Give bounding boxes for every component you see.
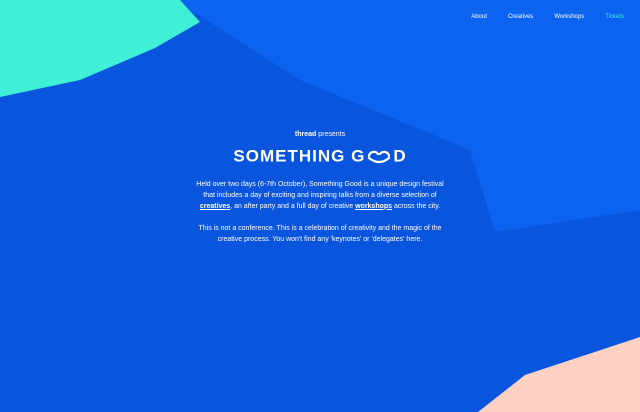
nav-about[interactable]: About bbox=[471, 13, 487, 21]
logo-text-end: D bbox=[393, 146, 407, 166]
nav-creatives[interactable]: Creatives bbox=[508, 13, 533, 21]
thread-brand: thread bbox=[294, 131, 317, 138]
presents-line: thread presents bbox=[0, 130, 640, 140]
smile-bottom-arc bbox=[368, 156, 391, 163]
top-navigation: About Creatives Workshops Tickets bbox=[450, 13, 624, 21]
presents-text: presents bbox=[316, 131, 346, 138]
nav-tickets[interactable]: Tickets bbox=[605, 13, 624, 21]
intro-text-1: Held over two days (6-7th October), Some… bbox=[196, 180, 444, 199]
workshops-link[interactable]: workshops bbox=[355, 203, 392, 210]
intro-text-2: , an after party and a full day of creat… bbox=[230, 202, 356, 210]
smile-top-arc bbox=[368, 150, 391, 157]
creatives-link[interactable]: creatives bbox=[200, 203, 230, 210]
logo-text-start: SOMETHING G bbox=[233, 146, 366, 166]
manifesto-paragraph: This is not a conference. This is a cele… bbox=[198, 224, 442, 243]
intro-text-3: across the city. bbox=[392, 202, 441, 210]
intro-paragraph: Held over two days (6-7th October), Some… bbox=[195, 179, 445, 212]
festival-logo: SOMETHING G D bbox=[0, 146, 640, 167]
page: About Creatives Workshops Tickets thread… bbox=[0, 0, 640, 412]
nav-workshops[interactable]: Workshops bbox=[554, 13, 584, 21]
smiling-oo-icon bbox=[368, 150, 391, 163]
hero-content: thread presents SOMETHING G D Held over … bbox=[0, 130, 640, 245]
